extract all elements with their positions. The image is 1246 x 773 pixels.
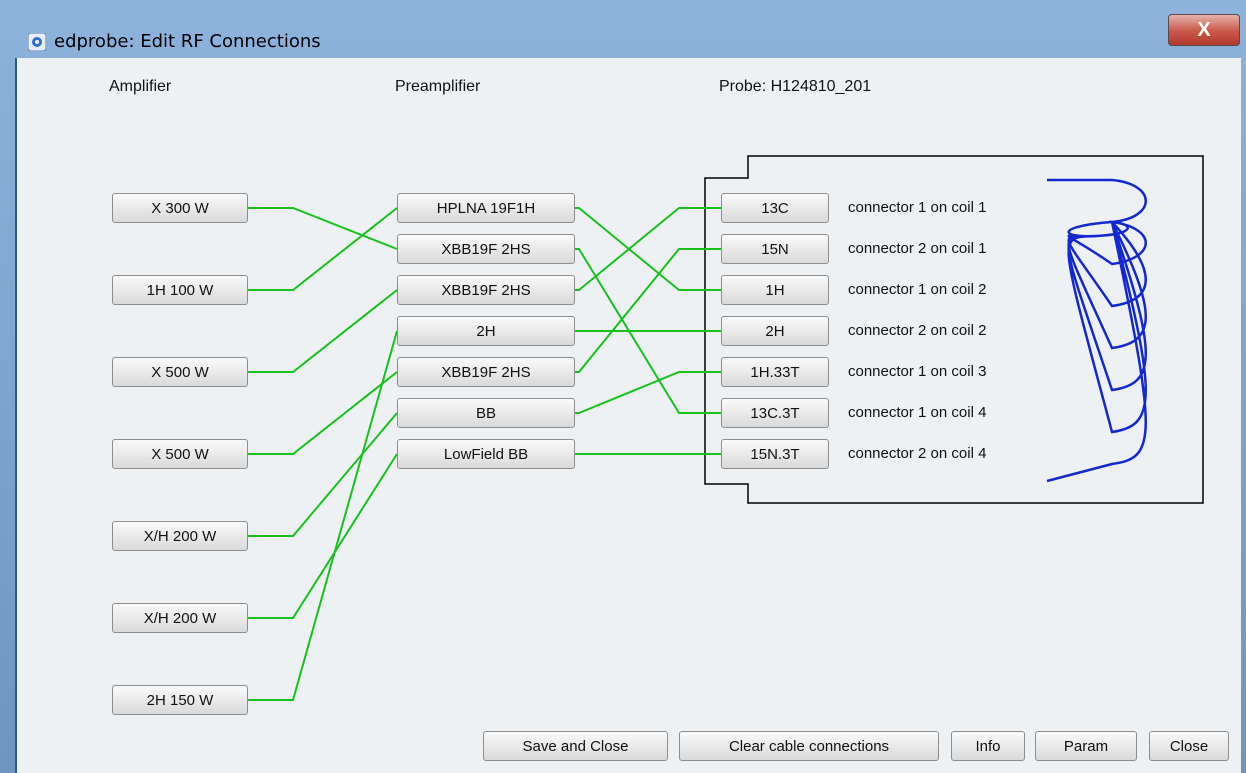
save-and-close-button[interactable]: Save and Close bbox=[483, 731, 668, 761]
probe-connector-button[interactable]: 1H bbox=[721, 275, 829, 305]
close-window-button[interactable]: X bbox=[1168, 14, 1240, 46]
param-button[interactable]: Param bbox=[1035, 731, 1137, 761]
preamplifier-button[interactable]: HPLNA 19F1H bbox=[397, 193, 575, 223]
probe-connector-button[interactable]: 13C.3T bbox=[721, 398, 829, 428]
amplifier-button[interactable]: X 500 W bbox=[112, 439, 248, 469]
title-bar[interactable]: edprobe: Edit RF Connections X bbox=[0, 0, 1246, 58]
preamplifier-button[interactable]: XBB19F 2HS bbox=[397, 357, 575, 387]
connector-label: connector 2 on coil 4 bbox=[848, 445, 987, 462]
connector-label: connector 2 on coil 2 bbox=[848, 322, 987, 339]
app-icon bbox=[28, 33, 46, 51]
probe-connector-button[interactable]: 15N bbox=[721, 234, 829, 264]
rf-cable[interactable] bbox=[575, 248, 721, 373]
amplifier-button[interactable]: 2H 150 W bbox=[112, 685, 248, 715]
probe-connector-button[interactable]: 2H bbox=[721, 316, 829, 346]
rf-cable[interactable] bbox=[575, 371, 721, 414]
amplifier-button[interactable]: X 500 W bbox=[112, 357, 248, 387]
window-title: edprobe: Edit RF Connections bbox=[54, 31, 321, 52]
preamplifier-button[interactable]: XBB19F 2HS bbox=[397, 275, 575, 305]
preamplifier-button[interactable]: 2H bbox=[397, 316, 575, 346]
probe-connector-button[interactable]: 1H.33T bbox=[721, 357, 829, 387]
connector-label: connector 1 on coil 4 bbox=[848, 404, 987, 421]
rf-cable[interactable] bbox=[248, 289, 398, 373]
amplifier-button[interactable]: X/H 200 W bbox=[112, 603, 248, 633]
info-button[interactable]: Info bbox=[951, 731, 1025, 761]
coil-graphic bbox=[1046, 178, 1147, 483]
connector-label: connector 2 on coil 1 bbox=[848, 240, 987, 257]
amplifier-button[interactable]: X/H 200 W bbox=[112, 521, 248, 551]
connector-label: connector 1 on coil 1 bbox=[848, 199, 987, 216]
amplifier-button[interactable]: 1H 100 W bbox=[112, 275, 248, 305]
close-button[interactable]: Close bbox=[1149, 731, 1229, 761]
probe-connector-button[interactable]: 13C bbox=[721, 193, 829, 223]
rf-cable[interactable] bbox=[248, 330, 398, 701]
dialog-window: edprobe: Edit RF Connections X Amplifier… bbox=[0, 0, 1246, 773]
connector-label: connector 1 on coil 2 bbox=[848, 281, 987, 298]
amplifier-button[interactable]: X 300 W bbox=[112, 193, 248, 223]
probe-connector-button[interactable]: 15N.3T bbox=[721, 439, 829, 469]
preamplifier-button[interactable]: XBB19F 2HS bbox=[397, 234, 575, 264]
wiring-diagram bbox=[248, 155, 1204, 701]
preamplifier-button[interactable]: BB bbox=[397, 398, 575, 428]
preamplifier-button[interactable]: LowField BB bbox=[397, 439, 575, 469]
clear-cable-connections-button[interactable]: Clear cable connections bbox=[679, 731, 939, 761]
rf-cable[interactable] bbox=[248, 207, 398, 250]
client-area: Amplifier Preamplifier Probe: H124810_20… bbox=[15, 58, 1241, 773]
connector-label: connector 1 on coil 3 bbox=[848, 363, 987, 380]
